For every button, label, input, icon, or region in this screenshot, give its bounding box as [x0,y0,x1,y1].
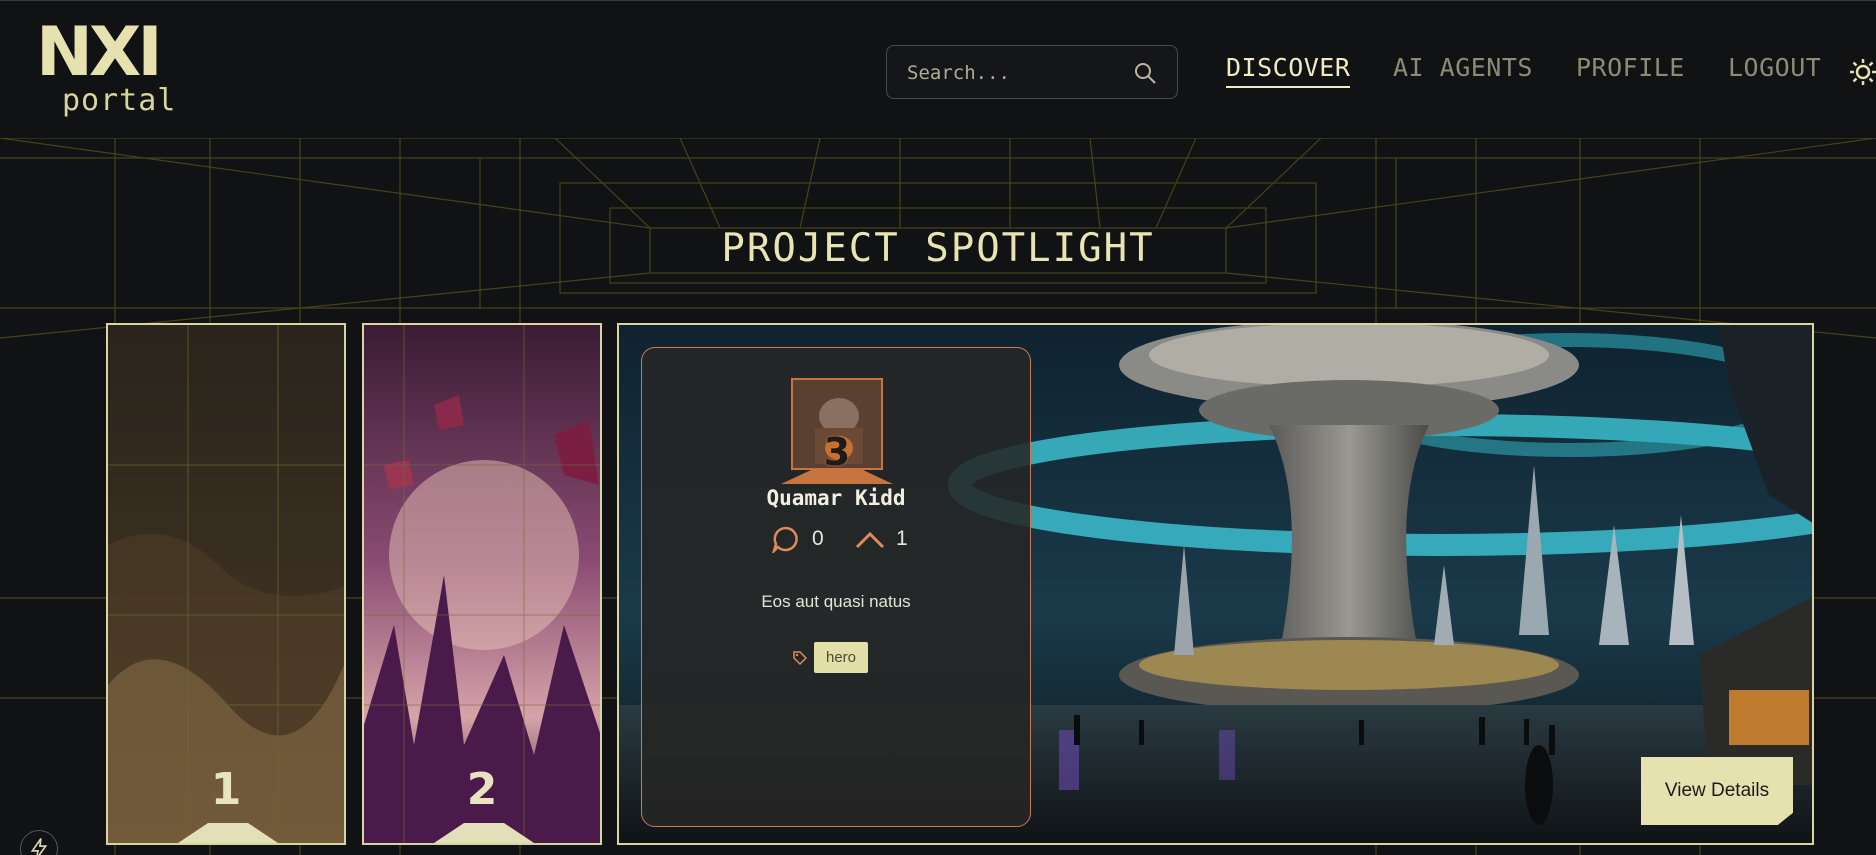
logo-mark: NXI [36,13,163,92]
featured-project-card[interactable]: 3 Quamar Kidd 0 1 Eos aut quasi natus he… [617,323,1814,845]
card-2-rank-tab [434,823,534,843]
nav-ai-agents[interactable]: AI AGENTS [1393,53,1533,82]
spotlight-card-1[interactable]: 1 [106,323,346,845]
upvote-icon[interactable] [854,529,886,551]
project-author-name[interactable]: Quamar Kidd [642,486,1030,510]
card-1-rank-tab [178,823,278,843]
comment-icon[interactable] [772,525,800,553]
spotlight-card-2[interactable]: 2 [362,323,602,845]
tag-chip-hero[interactable]: hero [814,642,869,673]
project-rank: 3 [823,430,851,474]
search-icon[interactable] [1133,61,1157,85]
upvote-count: 1 [896,527,908,550]
nxi-portal-logo[interactable]: NXI portal [36,13,206,121]
card-1-rank: 1 [210,764,242,815]
search-box [886,45,1178,99]
project-stats: 0 1 [772,525,912,555]
comment-count: 0 [812,527,824,550]
project-info-panel: 3 Quamar Kidd 0 1 Eos aut quasi natus he… [641,347,1031,827]
nav-profile[interactable]: PROFILE [1576,53,1685,82]
view-details-button[interactable]: View Details [1641,757,1793,825]
spotlight-title: PROJECT SPOTLIGHT [721,226,1155,271]
sun-icon[interactable] [1848,57,1876,87]
search-input[interactable] [907,58,1127,88]
nav-logout[interactable]: LOGOUT [1728,53,1821,82]
tag-icon [793,651,808,666]
avatar-rank-tab [781,470,893,484]
nav-discover[interactable]: DISCOVER [1226,53,1351,88]
top-navigation-bar: NXI portal DISCOVER AI AGENTS PROFILE LO… [0,0,1876,130]
logo-subtitle: portal [62,83,177,118]
project-description: Eos aut quasi natus [761,592,911,611]
card-2-rank: 2 [466,764,498,815]
